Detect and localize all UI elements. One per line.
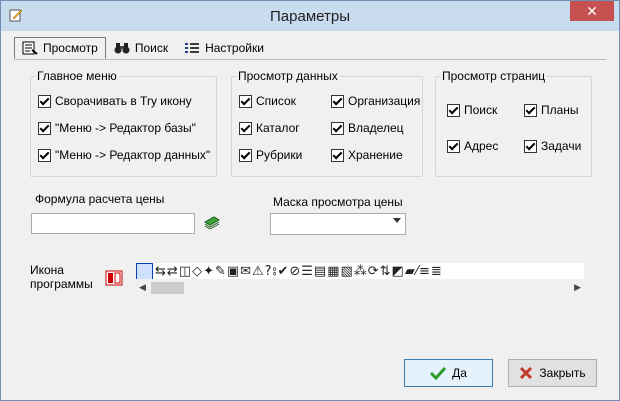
checkbox-address[interactable]: Адрес (447, 139, 498, 153)
gallery-icon-selected[interactable] (136, 263, 153, 279)
checkbox-box[interactable] (447, 139, 460, 153)
page-view-group: Просмотр страниц Поиск Планы Адрес Задач… (435, 69, 592, 177)
price-formula-input[interactable] (31, 213, 195, 234)
gallery-scrollbar[interactable]: ◀ ▶ (136, 281, 584, 295)
tab-underline (14, 59, 606, 60)
checkbox-catalog[interactable]: Каталог (239, 121, 300, 135)
tab-settings-label: Настройки (205, 41, 264, 55)
window-close-button[interactable]: ✕ (570, 1, 614, 21)
close-button[interactable]: Закрыть (508, 359, 597, 387)
data-view-group-title: Просмотр данных (236, 69, 340, 83)
scroll-thumb[interactable] (151, 282, 184, 294)
gallery-icons-row[interactable]: ⇆⇄◫◇✦✎▣✉⚠?⦂✔⊘☰▤▦▧⁂⟳⇅◩▰⁄≡≣ (155, 264, 443, 279)
checkbox-label: Поиск (464, 103, 498, 117)
checkmark-icon (430, 366, 447, 380)
checkbox-rubrics[interactable]: Рубрики (239, 148, 302, 162)
checkbox-label: Каталог (256, 121, 300, 135)
tab-search-label: Поиск (134, 41, 169, 55)
view-settings-icon (22, 41, 38, 55)
checkbox-minimize-to-tray[interactable]: Сворачивать в Try иконy (38, 94, 192, 108)
checkbox-label: "Меню -> Редактор данных" (55, 148, 211, 162)
program-icon-label-line2: программы (30, 277, 93, 291)
data-view-group: Просмотр данных Список Организация Катал… (231, 69, 423, 177)
checkbox-label: "Меню -> Редактор базы" (55, 121, 196, 135)
program-icon-gallery[interactable]: ⇆⇄◫◇✦✎▣✉⚠?⦂✔⊘☰▤▦▧⁂⟳⇅◩▰⁄≡≣ (136, 263, 584, 279)
checkbox-search[interactable]: Поиск (447, 103, 497, 117)
title-bar[interactable]: Параметры ✕ (1, 1, 619, 31)
list-settings-icon (185, 43, 200, 53)
page-view-group-title: Просмотр страниц (440, 69, 548, 83)
checkbox-label: Сворачивать в Try иконy (55, 94, 192, 108)
checkbox-owner[interactable]: Владелец (331, 121, 404, 135)
main-menu-group-title: Главное меню (35, 69, 119, 83)
chevron-down-icon[interactable] (393, 218, 401, 223)
price-mask-label: Маска просмотра цены (273, 195, 403, 209)
parameters-dialog: Параметры ✕ Просмотр Поиск Настройки Гла… (0, 0, 620, 401)
ok-button[interactable]: Да (404, 359, 493, 387)
binoculars-icon (114, 43, 130, 54)
close-x-icon (520, 366, 533, 380)
current-program-icon (105, 270, 123, 286)
checkbox-box[interactable] (331, 121, 344, 135)
tab-settings[interactable]: Настройки (176, 37, 272, 59)
scroll-left-icon[interactable]: ◀ (139, 282, 146, 293)
checkbox-list[interactable]: Список (239, 94, 296, 108)
checkbox-label: Организация (348, 94, 421, 108)
checkbox-box[interactable] (38, 94, 51, 108)
dialog-body: Просмотр Поиск Настройки Главное меню Св… (8, 31, 612, 393)
checkbox-box[interactable] (239, 121, 252, 135)
tab-view[interactable]: Просмотр (14, 37, 106, 59)
checkbox-box[interactable] (447, 103, 460, 117)
tab-search[interactable]: Поиск (106, 37, 176, 59)
checkbox-box[interactable] (239, 94, 252, 108)
checkbox-label: Адрес (464, 139, 499, 153)
checkbox-label: Список (256, 94, 296, 108)
program-icon-label-line1: Икона (30, 263, 64, 277)
checkbox-label: Владелец (348, 121, 404, 135)
checkbox-box[interactable] (239, 148, 252, 162)
main-menu-group: Главное меню Сворачивать в Try иконy "Ме… (30, 69, 217, 177)
price-formula-label: Формула расчета цены (35, 192, 165, 206)
checkbox-tasks[interactable]: Задачи (524, 139, 581, 153)
checkbox-label: Задачи (541, 139, 582, 153)
close-button-label: Закрыть (539, 366, 586, 380)
tab-bar: Просмотр Поиск Настройки (14, 37, 272, 59)
window-title: Параметры (270, 8, 350, 25)
checkbox-box[interactable] (524, 103, 537, 117)
checkbox-box[interactable] (38, 121, 51, 135)
checkbox-box[interactable] (524, 139, 537, 153)
checkbox-menu-base-editor[interactable]: "Меню -> Редактор базы" (38, 121, 196, 135)
tab-view-label: Просмотр (43, 41, 98, 55)
checkbox-plans[interactable]: Планы (524, 103, 579, 117)
scroll-right-icon[interactable]: ▶ (574, 282, 581, 293)
checkbox-label: Хранение (348, 148, 403, 162)
checkbox-organization[interactable]: Организация (331, 94, 420, 108)
checkbox-menu-data-editor[interactable]: "Меню -> Редактор данных" (38, 148, 210, 162)
checkbox-label: Планы (541, 103, 579, 117)
checkbox-box[interactable] (331, 148, 344, 162)
checkbox-box[interactable] (331, 94, 344, 108)
checkbox-label: Рубрики (256, 148, 303, 162)
checkbox-storage[interactable]: Хранение (331, 148, 403, 162)
ok-button-label: Да (452, 366, 467, 380)
price-mask-select[interactable] (270, 213, 406, 235)
checkbox-box[interactable] (38, 148, 51, 162)
money-icon[interactable] (203, 215, 221, 229)
